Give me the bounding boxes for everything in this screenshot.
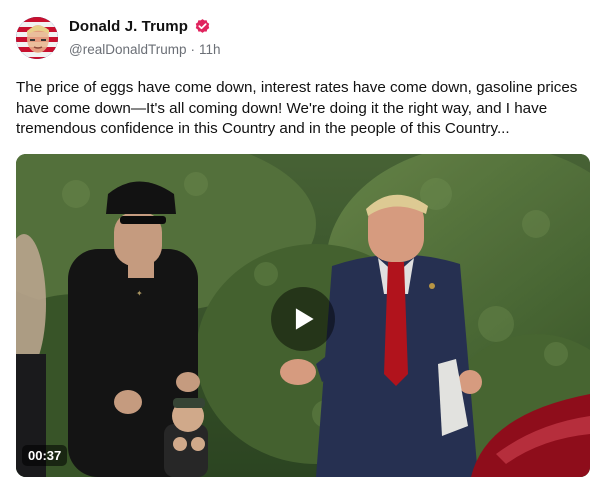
meta-separator: ·: [190, 42, 196, 57]
author-handle[interactable]: @realDonaldTrump: [69, 42, 187, 57]
play-button[interactable]: [271, 287, 335, 351]
video-player[interactable]: ✦ 00:37: [16, 154, 590, 477]
video-duration-badge: 00:37: [22, 445, 68, 466]
post-body-text: The price of eggs have come down, intere…: [16, 79, 578, 137]
post-timestamp[interactable]: 11h: [199, 42, 221, 57]
avatar-image: [16, 17, 58, 59]
verified-badge-icon: [194, 18, 211, 35]
author-display-name[interactable]: Donald J. Trump: [69, 18, 188, 35]
author-name-row: Donald J. Trump: [69, 18, 211, 35]
post-card: Donald J. Trump @realDonaldTrump · 11h T…: [0, 0, 606, 495]
play-icon: [295, 308, 314, 330]
avatar[interactable]: [16, 17, 58, 59]
author-meta-row: @realDonaldTrump · 11h: [69, 42, 221, 57]
